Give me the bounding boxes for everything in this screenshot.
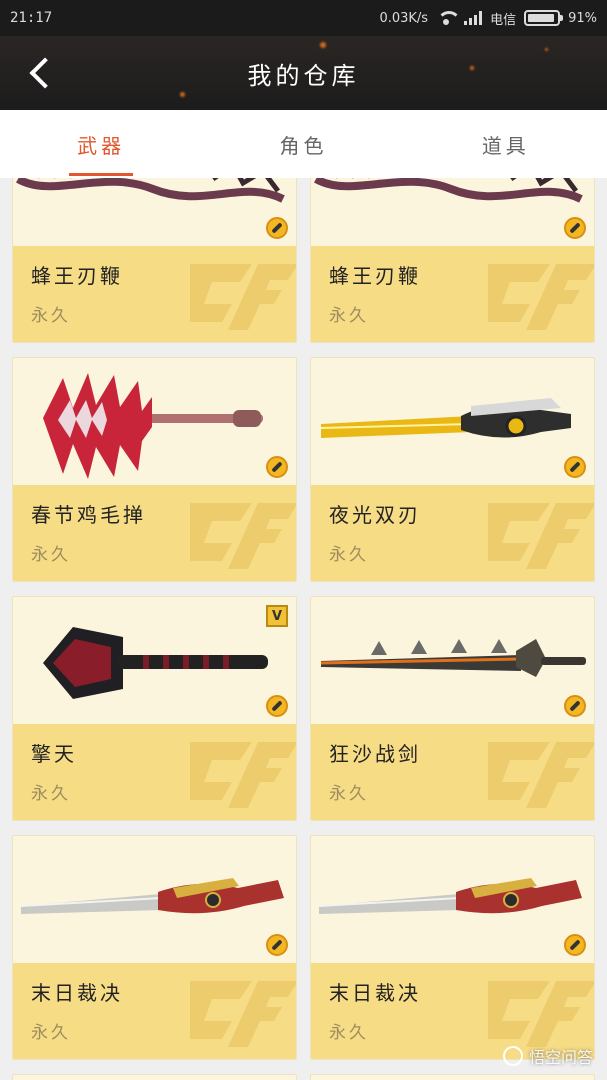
page-title: 我的仓库: [247, 61, 360, 90]
whip-weapon-image: [13, 178, 296, 248]
coin-icon: [266, 934, 288, 956]
coin-icon: [564, 934, 586, 956]
vip-badge-icon: V: [266, 605, 288, 627]
weapon-name: 蜂王刃鞭: [329, 264, 421, 288]
coin-icon: [564, 695, 586, 717]
weapon-name: 擎天: [31, 742, 77, 766]
tab-bar: 武器 角色 道具: [0, 110, 607, 178]
weapon-duration: 永久: [329, 1023, 369, 1043]
weapon-duration: 永久: [329, 784, 369, 804]
weapon-duration: 永久: [31, 545, 71, 565]
weapon-info: 蜂王刃鞭 永久: [13, 246, 296, 342]
status-bar: 21:17 0.03K/s 电信 91%: [0, 0, 607, 36]
weapon-card[interactable]: 春节鸡毛掸 永久: [12, 357, 297, 582]
weapon-info: 夜光双刃 永久: [311, 485, 594, 581]
wifi-icon: [436, 11, 462, 25]
whip-weapon-image: [311, 178, 594, 248]
coin-icon: [266, 695, 288, 717]
weapon-card[interactable]: 狂沙战剑 永久: [310, 596, 595, 821]
weapon-name: 蜂王刃鞭: [31, 264, 123, 288]
weapon-card[interactable]: [310, 1074, 595, 1080]
weapon-card[interactable]: V 擎天永久: [12, 596, 297, 821]
weapon-grid: 蜂王刃鞭 永久 蜂王刃鞭 永久 春节鸡毛掸 永久 夜光双刃 永久 V 擎天 永久 狂沙战剑 永久 末日裁决…: [0, 178, 607, 1080]
tab-weapons[interactable]: 武器: [0, 110, 202, 178]
network-speed: 0.03K/s: [379, 10, 429, 26]
weapon-card[interactable]: 夜光双刃 永久: [310, 357, 595, 582]
duster-weapon-image: [13, 358, 296, 487]
weapon-card[interactable]: 末日裁决 永久: [310, 835, 595, 1060]
weapon-name: 夜光双刃: [329, 503, 421, 527]
battery-icon: [524, 10, 564, 26]
blade-weapon-image: [311, 358, 594, 487]
watermark-text: 悟空问答: [528, 1048, 593, 1067]
watermark: 悟空问答: [502, 1044, 593, 1068]
coin-icon: [564, 217, 586, 239]
weapon-info: 擎天 永久: [13, 724, 296, 820]
weapon-duration: 永久: [31, 306, 71, 326]
weapon-card[interactable]: 末日裁决 永久: [12, 835, 297, 1060]
coin-icon: [266, 217, 288, 239]
weapon-duration: 永久: [329, 545, 369, 565]
weapon-card[interactable]: 蜂王刃鞭 永久: [310, 178, 595, 343]
tab-items[interactable]: 道具: [405, 110, 607, 178]
sword-weapon-image: [311, 597, 594, 726]
weapon-duration: 永久: [31, 1023, 71, 1043]
weapon-duration: 永久: [31, 784, 71, 804]
watermark-icon: [502, 1046, 523, 1066]
nav-bar: 我的仓库: [0, 36, 607, 110]
weapon-info: 末日裁决 永久: [13, 963, 296, 1059]
battery-percent: 91%: [568, 10, 597, 26]
weapon-card[interactable]: [12, 1074, 297, 1080]
weapon-card[interactable]: 蜂王刃鞭 永久: [12, 178, 297, 343]
weapon-duration: 永久: [329, 306, 369, 326]
weapon-name: 春节鸡毛掸: [31, 503, 146, 527]
signal-icon: [464, 11, 483, 25]
weapon-name: 末日裁决: [329, 981, 421, 1005]
longsword-weapon-image: [311, 836, 594, 965]
weapon-name: 狂沙战剑: [329, 742, 421, 766]
coin-icon: [564, 456, 586, 478]
tab-characters[interactable]: 角色: [202, 110, 404, 178]
weapon-name: 末日裁决: [31, 981, 123, 1005]
weapon-info: 春节鸡毛掸 永久: [13, 485, 296, 581]
back-icon[interactable]: [24, 56, 58, 90]
status-time: 21:17: [10, 10, 53, 26]
coin-icon: [266, 456, 288, 478]
shovel-weapon-image: [13, 597, 296, 726]
carrier-label: 电信: [490, 12, 517, 28]
weapon-info: 狂沙战剑 永久: [311, 724, 594, 820]
weapon-info: 蜂王刃鞭 永久: [311, 246, 594, 342]
longsword-weapon-image: [13, 836, 296, 965]
